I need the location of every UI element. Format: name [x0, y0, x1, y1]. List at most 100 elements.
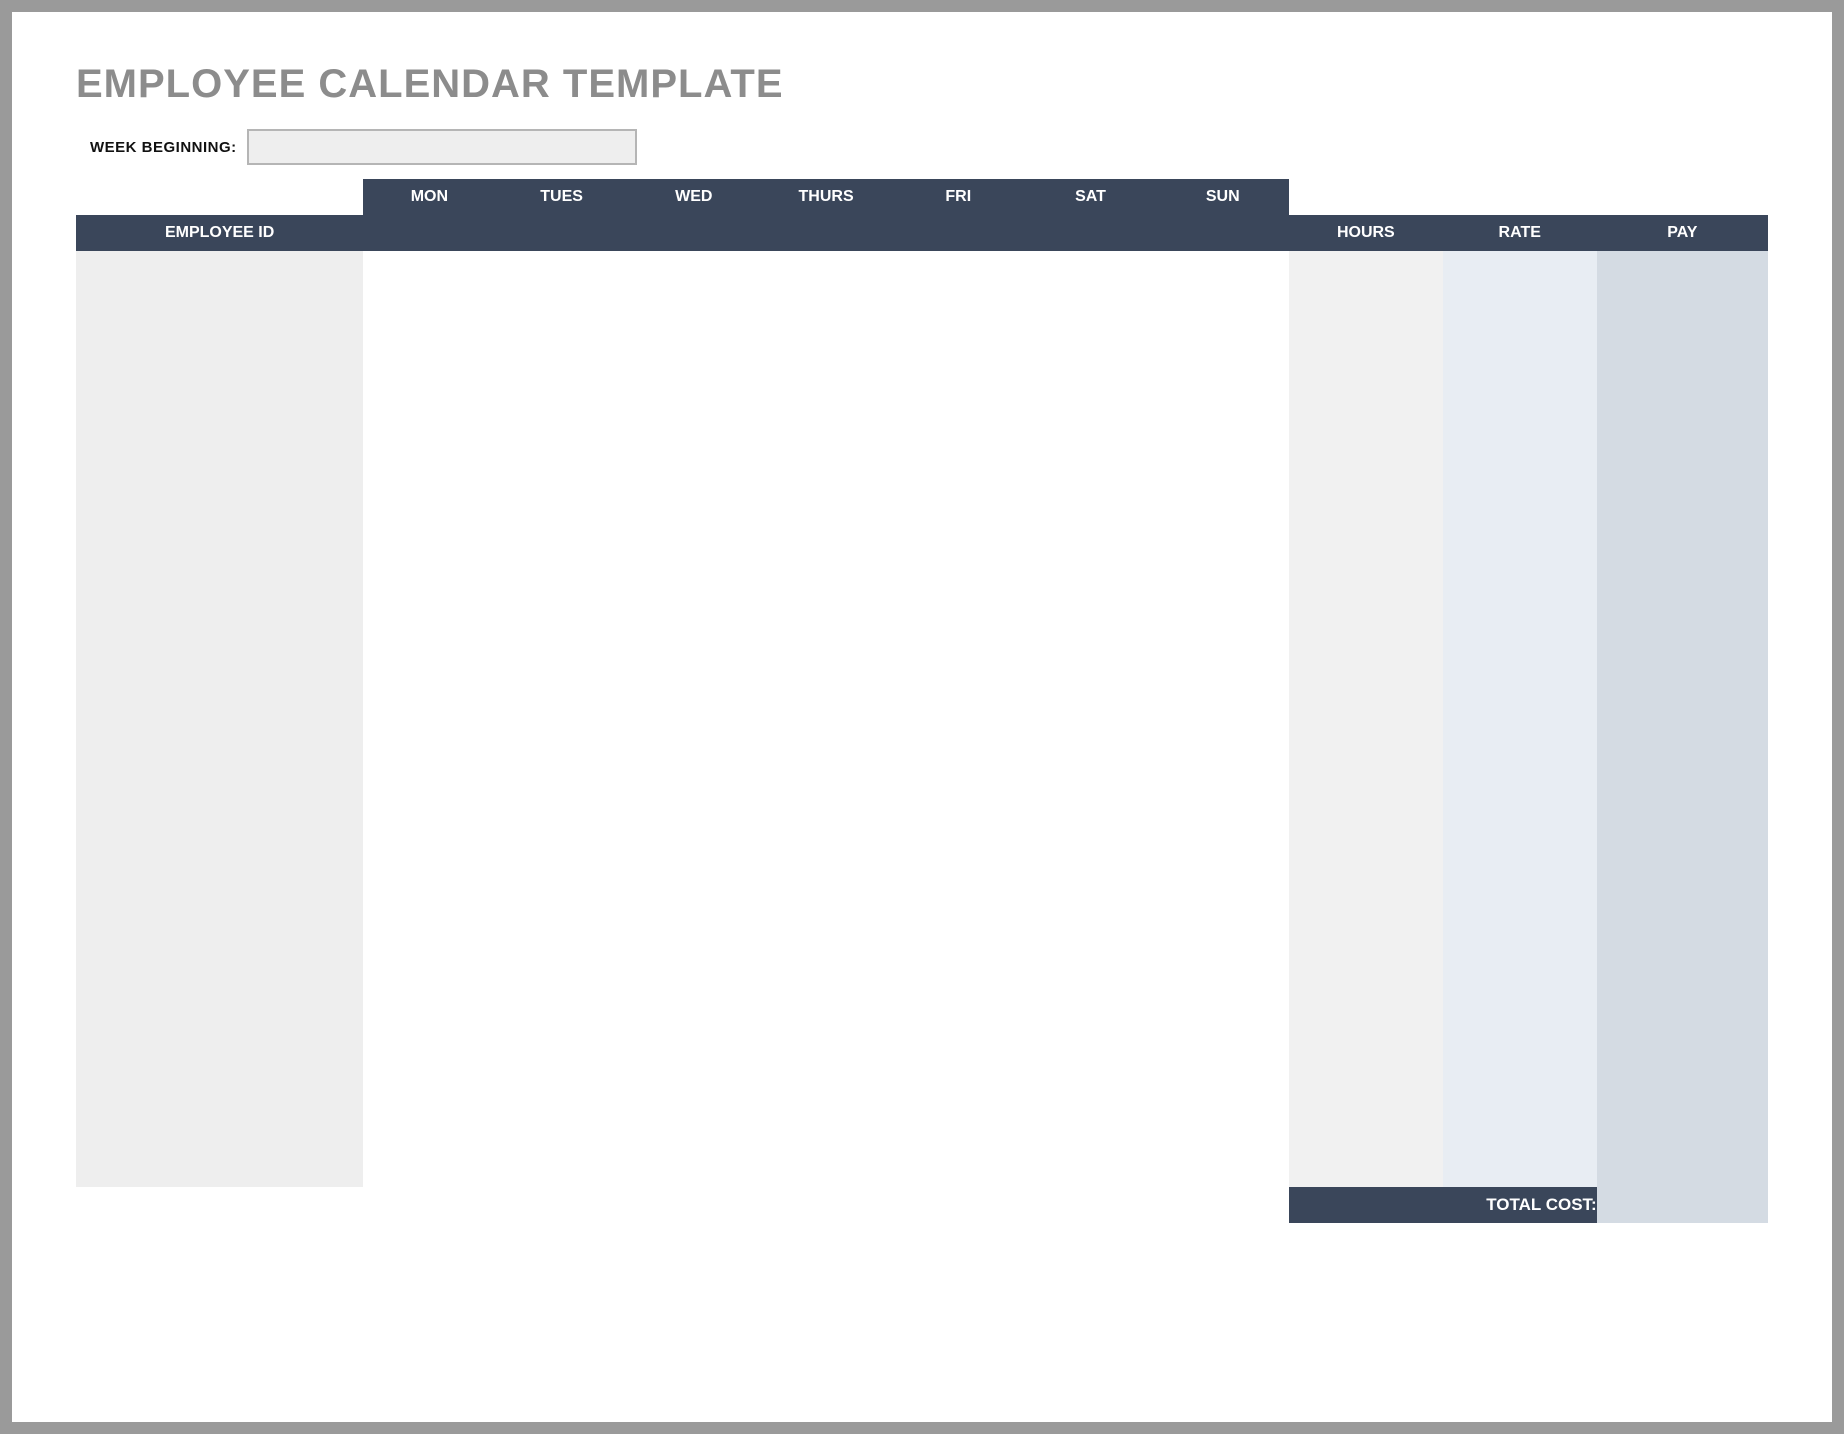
rate-cell[interactable]	[1443, 863, 1597, 899]
day-cell-mon[interactable]	[363, 971, 495, 1007]
day-cell-thurs[interactable]	[760, 359, 892, 395]
day-cell-sat[interactable]	[1024, 431, 1156, 467]
day-cell-fri[interactable]	[892, 863, 1024, 899]
hours-cell[interactable]	[1289, 539, 1443, 575]
day-cell-fri[interactable]	[892, 647, 1024, 683]
employee-id-cell[interactable]	[76, 611, 363, 647]
pay-cell[interactable]	[1597, 683, 1768, 719]
day-cell-wed[interactable]	[628, 575, 760, 611]
day-cell-sun[interactable]	[1157, 467, 1289, 503]
day-cell-thurs[interactable]	[760, 575, 892, 611]
pay-cell[interactable]	[1597, 719, 1768, 755]
day-cell-wed[interactable]	[628, 287, 760, 323]
pay-cell[interactable]	[1597, 1151, 1768, 1187]
day-cell-fri[interactable]	[892, 539, 1024, 575]
day-cell-thurs[interactable]	[760, 503, 892, 539]
day-cell-fri[interactable]	[892, 287, 1024, 323]
header-date-blank-thurs[interactable]	[760, 215, 892, 251]
day-cell-sun[interactable]	[1157, 899, 1289, 935]
employee-id-cell[interactable]	[76, 683, 363, 719]
day-cell-fri[interactable]	[892, 467, 1024, 503]
pay-cell[interactable]	[1597, 323, 1768, 359]
day-cell-mon[interactable]	[363, 359, 495, 395]
day-cell-sun[interactable]	[1157, 1079, 1289, 1115]
hours-cell[interactable]	[1289, 827, 1443, 863]
day-cell-fri[interactable]	[892, 719, 1024, 755]
hours-cell[interactable]	[1289, 683, 1443, 719]
pay-cell[interactable]	[1597, 1079, 1768, 1115]
day-cell-wed[interactable]	[628, 827, 760, 863]
employee-id-cell[interactable]	[76, 719, 363, 755]
employee-id-cell[interactable]	[76, 323, 363, 359]
day-cell-thurs[interactable]	[760, 683, 892, 719]
rate-cell[interactable]	[1443, 395, 1597, 431]
rate-cell[interactable]	[1443, 1115, 1597, 1151]
day-cell-sun[interactable]	[1157, 755, 1289, 791]
day-cell-tues[interactable]	[495, 395, 627, 431]
employee-id-cell[interactable]	[76, 539, 363, 575]
day-cell-thurs[interactable]	[760, 431, 892, 467]
day-cell-thurs[interactable]	[760, 395, 892, 431]
employee-id-cell[interactable]	[76, 251, 363, 287]
day-cell-mon[interactable]	[363, 1043, 495, 1079]
header-date-blank-fri[interactable]	[892, 215, 1024, 251]
pay-cell[interactable]	[1597, 575, 1768, 611]
day-cell-mon[interactable]	[363, 251, 495, 287]
employee-id-cell[interactable]	[76, 899, 363, 935]
day-cell-tues[interactable]	[495, 1151, 627, 1187]
employee-id-cell[interactable]	[76, 755, 363, 791]
day-cell-wed[interactable]	[628, 971, 760, 1007]
pay-cell[interactable]	[1597, 1043, 1768, 1079]
day-cell-tues[interactable]	[495, 575, 627, 611]
day-cell-sat[interactable]	[1024, 971, 1156, 1007]
pay-cell[interactable]	[1597, 359, 1768, 395]
pay-cell[interactable]	[1597, 395, 1768, 431]
employee-id-cell[interactable]	[76, 647, 363, 683]
pay-cell[interactable]	[1597, 611, 1768, 647]
day-cell-mon[interactable]	[363, 899, 495, 935]
day-cell-tues[interactable]	[495, 287, 627, 323]
day-cell-mon[interactable]	[363, 935, 495, 971]
hours-cell[interactable]	[1289, 1007, 1443, 1043]
day-cell-tues[interactable]	[495, 683, 627, 719]
day-cell-tues[interactable]	[495, 647, 627, 683]
employee-id-cell[interactable]	[76, 359, 363, 395]
day-cell-mon[interactable]	[363, 1115, 495, 1151]
pay-cell[interactable]	[1597, 755, 1768, 791]
week-beginning-input[interactable]	[247, 129, 637, 165]
hours-cell[interactable]	[1289, 719, 1443, 755]
day-cell-sat[interactable]	[1024, 359, 1156, 395]
day-cell-sat[interactable]	[1024, 1151, 1156, 1187]
day-cell-sun[interactable]	[1157, 1115, 1289, 1151]
day-cell-sat[interactable]	[1024, 611, 1156, 647]
day-cell-fri[interactable]	[892, 1079, 1024, 1115]
hours-cell[interactable]	[1289, 935, 1443, 971]
day-cell-sun[interactable]	[1157, 323, 1289, 359]
header-date-blank-sun[interactable]	[1157, 215, 1289, 251]
day-cell-sat[interactable]	[1024, 575, 1156, 611]
day-cell-wed[interactable]	[628, 1115, 760, 1151]
day-cell-thurs[interactable]	[760, 611, 892, 647]
day-cell-mon[interactable]	[363, 647, 495, 683]
day-cell-fri[interactable]	[892, 1007, 1024, 1043]
day-cell-wed[interactable]	[628, 431, 760, 467]
day-cell-thurs[interactable]	[760, 287, 892, 323]
day-cell-wed[interactable]	[628, 1043, 760, 1079]
rate-cell[interactable]	[1443, 1079, 1597, 1115]
day-cell-wed[interactable]	[628, 503, 760, 539]
hours-cell[interactable]	[1289, 575, 1443, 611]
day-cell-wed[interactable]	[628, 1079, 760, 1115]
day-cell-wed[interactable]	[628, 251, 760, 287]
day-cell-mon[interactable]	[363, 467, 495, 503]
employee-id-cell[interactable]	[76, 863, 363, 899]
rate-cell[interactable]	[1443, 575, 1597, 611]
day-cell-fri[interactable]	[892, 575, 1024, 611]
day-cell-thurs[interactable]	[760, 827, 892, 863]
pay-cell[interactable]	[1597, 539, 1768, 575]
day-cell-thurs[interactable]	[760, 1115, 892, 1151]
day-cell-fri[interactable]	[892, 971, 1024, 1007]
hours-cell[interactable]	[1289, 1115, 1443, 1151]
day-cell-wed[interactable]	[628, 863, 760, 899]
hours-cell[interactable]	[1289, 755, 1443, 791]
employee-id-cell[interactable]	[76, 431, 363, 467]
